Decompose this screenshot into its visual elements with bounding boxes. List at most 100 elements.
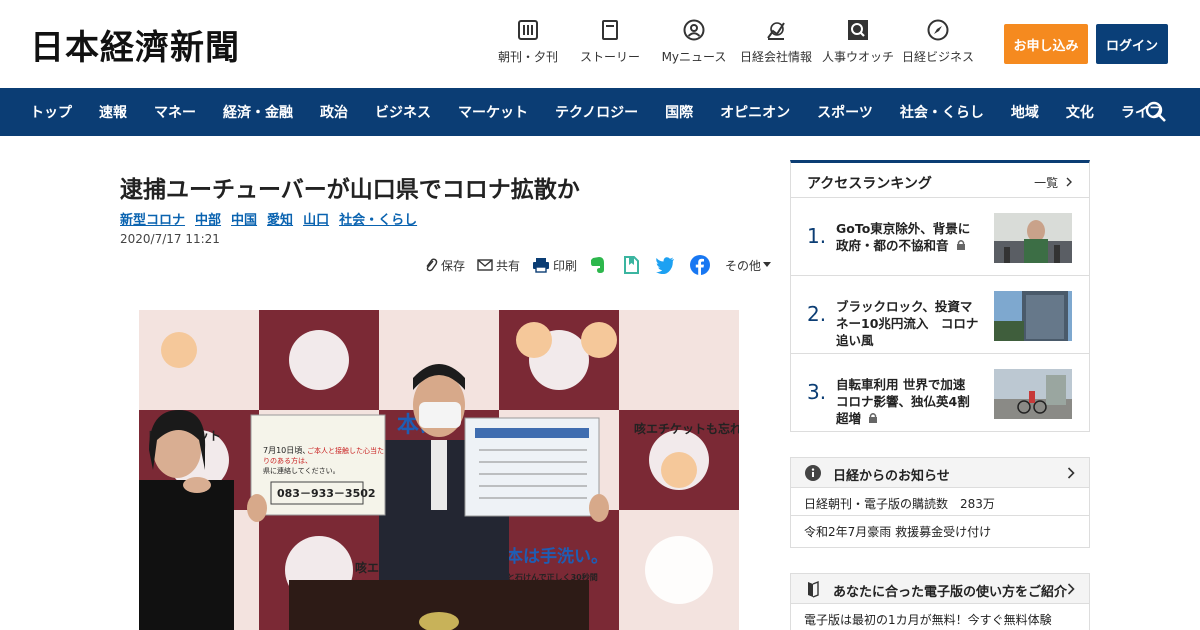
notice-row[interactable]: 日経朝刊・電子版の購読数 283万: [791, 488, 1089, 516]
search-icon[interactable]: [1144, 100, 1168, 124]
ranking-thumbnail: [994, 291, 1072, 341]
lock-icon: [956, 240, 965, 250]
guide-header[interactable]: あなたに合った電子版の使い方をご紹介: [791, 574, 1089, 604]
printer-icon: [533, 258, 550, 273]
save-button[interactable]: 保存: [424, 257, 465, 274]
twitter-button[interactable]: [655, 256, 678, 274]
chart-icon: [764, 18, 788, 42]
mail-icon: [477, 259, 493, 271]
more-share-label: その他: [725, 258, 762, 273]
nav-item-international[interactable]: 国際: [665, 102, 693, 122]
ranking-headline-text: GoTo東京除外、背景に政府・都の不協和音: [836, 221, 971, 253]
guide-title: あなたに合った電子版の使い方をご紹介: [833, 585, 1068, 600]
nav-item-breaking[interactable]: 速報: [99, 102, 127, 122]
tool-label: ストーリー: [579, 50, 640, 64]
bookmark-button[interactable]: [622, 255, 643, 275]
digital-guide-box: あなたに合った電子版の使い方をご紹介 電子版は最初の1カ月が無料！今すぐ無料体験: [790, 573, 1090, 630]
article-date: 2020/7/17 11:21: [120, 232, 220, 246]
nav-item-society[interactable]: 社会・くらし: [900, 102, 984, 122]
press-conference-photo: 咳エチケット 咳エチケットも忘れ 本は 基本は手洗い。 流水と石けんで正しく30…: [139, 310, 739, 630]
access-ranking: アクセスランキング 一覧 1. GoTo東京除外、背景に政府・都の不協和音 2.…: [790, 160, 1090, 432]
print-button[interactable]: 印刷: [532, 257, 577, 274]
tool-story[interactable]: ストーリー: [570, 18, 650, 65]
article-title: 逮捕ユーチューバーが山口県でコロナ拡散か: [120, 177, 580, 203]
sign-text: 県に連絡してください。: [263, 466, 340, 475]
tool-nikkei-business[interactable]: 日経ビジネス: [900, 18, 976, 65]
ranking-item[interactable]: 1. GoTo東京除外、背景に政府・都の不協和音: [791, 198, 1089, 276]
ranking-header: アクセスランキング 一覧: [791, 163, 1089, 198]
tool-personnel-watch[interactable]: 人事ウオッチ: [820, 18, 896, 65]
ranking-title: アクセスランキング: [807, 176, 932, 192]
tag-link[interactable]: 新型コロナ: [120, 209, 185, 228]
compass-icon: [926, 18, 950, 42]
subscribe-button[interactable]: お申し込み: [1004, 24, 1088, 64]
notice-title: 日経からのお知らせ: [833, 469, 950, 484]
nav-item-business[interactable]: ビジネス: [375, 102, 431, 122]
ranking-item[interactable]: 3. 自転車利用 世界で加速 コロナ影響、独仏英4割超増: [791, 354, 1089, 432]
nav-item-opinion[interactable]: オピニオン: [720, 102, 790, 122]
nav-item-region[interactable]: 地域: [1011, 102, 1039, 122]
newspaper-icon: [516, 18, 540, 42]
nav-item-sports[interactable]: スポーツ: [817, 102, 873, 122]
ranking-number: 1.: [807, 224, 827, 248]
paperclip-icon: [426, 258, 438, 272]
header-tools: 朝刊・夕刊 ストーリー Myニュース 日経会社情報 人事ウオッチ 日経ビジネス: [490, 18, 976, 65]
nav-item-technology[interactable]: テクノロジー: [555, 102, 638, 122]
evernote-icon: [591, 257, 605, 273]
tool-company-info[interactable]: 日経会社情報: [736, 18, 816, 65]
ranking-thumbnail: [994, 213, 1072, 263]
sign-phone: 083－933－3502: [277, 487, 376, 500]
sign-text: ご本人と接触した心当た: [307, 446, 384, 455]
facebook-icon: [690, 255, 711, 275]
main-nav: トップ 速報 マネー 経済・金融 政治 ビジネス マーケット テクノロジー 国際…: [0, 88, 1200, 136]
tag-link[interactable]: 中部: [195, 209, 221, 228]
tool-label: 日経会社情報: [739, 50, 812, 64]
tag-link[interactable]: 社会・くらし: [339, 209, 417, 228]
ranking-headline: ブラックロック、投資マネー10兆円流入 コロナ追い風: [836, 299, 979, 348]
ranking-more-link[interactable]: 一覧: [1034, 174, 1073, 191]
nav-item-politics[interactable]: 政治: [320, 102, 348, 122]
info-icon: [805, 465, 821, 481]
save-label: 保存: [441, 258, 466, 273]
article-photo: 咳エチケット 咳エチケットも忘れ 本は 基本は手洗い。 流水と石けんで正しく30…: [139, 310, 739, 630]
chevron-right-icon: [1067, 583, 1075, 595]
more-share-dropdown[interactable]: その他: [725, 257, 774, 274]
sign-text: 7月10日頃、: [263, 446, 310, 455]
notice-header[interactable]: 日経からのお知らせ: [791, 458, 1089, 488]
ranking-headline: GoTo東京除外、背景に政府・都の不協和音: [836, 220, 982, 254]
notice-row[interactable]: 令和2年7月豪雨 救援募金受け付け: [791, 516, 1089, 544]
tag-link[interactable]: 山口: [303, 209, 329, 228]
guide-row[interactable]: 電子版は最初の1カ月が無料！今すぐ無料体験: [791, 604, 1089, 630]
nav-item-economy[interactable]: 経済・金融: [223, 102, 293, 122]
tag-link[interactable]: 愛知: [267, 209, 293, 228]
ranking-headline: 自転車利用 世界で加速 コロナ影響、独仏英4割超増: [836, 376, 982, 427]
article-tags: 新型コロナ 中部 中国 愛知 山口 社会・くらし: [120, 209, 427, 228]
tag-link[interactable]: 中国: [231, 209, 257, 228]
tool-morning-evening-edition[interactable]: 朝刊・夕刊: [490, 18, 566, 65]
book-icon: [808, 580, 819, 598]
chevron-right-icon: [1066, 177, 1072, 187]
nav-items: トップ 速報 マネー 経済・金融 政治 ビジネス マーケット テクノロジー 国際…: [0, 88, 1163, 136]
search-icon: [846, 18, 870, 42]
chevron-right-icon: [1067, 467, 1075, 479]
nav-item-market[interactable]: マーケット: [458, 102, 528, 122]
nav-item-top[interactable]: トップ: [30, 102, 72, 122]
ranking-number: 3.: [807, 380, 827, 404]
lock-icon: [869, 413, 878, 423]
print-label: 印刷: [553, 258, 578, 273]
backdrop-text: 咳エチケットも忘れ: [634, 421, 739, 436]
tool-my-news[interactable]: Myニュース: [656, 18, 732, 65]
login-button[interactable]: ログイン: [1096, 24, 1168, 64]
nav-item-culture[interactable]: 文化: [1066, 102, 1094, 122]
share-button[interactable]: 共有: [477, 257, 520, 274]
evernote-button[interactable]: [589, 255, 610, 275]
sign-text: りのある方は、: [263, 456, 312, 465]
site-header: 日本経濟新聞 朝刊・夕刊 ストーリー Myニュース 日経会社情報 人事ウオッチ …: [0, 0, 1200, 88]
backdrop-text: 咳エ: [355, 560, 379, 575]
nav-item-money[interactable]: マネー: [154, 102, 196, 122]
tool-label: 朝刊・夕刊: [497, 50, 558, 64]
facebook-button[interactable]: [690, 255, 713, 275]
document-icon: [598, 18, 622, 42]
site-logo[interactable]: 日本経濟新聞: [30, 20, 240, 69]
ranking-item[interactable]: 2. ブラックロック、投資マネー10兆円流入 コロナ追い風: [791, 276, 1089, 354]
